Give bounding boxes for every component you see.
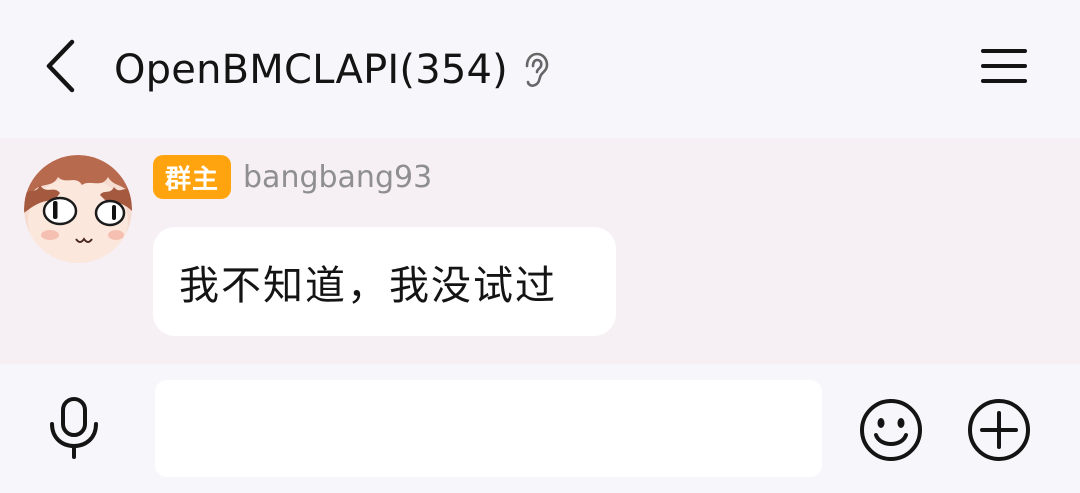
group-name: OpenBMCLAPI(354) <box>114 47 508 93</box>
chevron-left-icon <box>44 38 76 98</box>
top-bar: OpenBMCLAPI(354) <box>0 0 1080 138</box>
chat-title[interactable]: OpenBMCLAPI(354) <box>114 42 552 98</box>
smiley-icon <box>858 397 924 467</box>
menu-button[interactable] <box>972 40 1036 96</box>
message-bubble[interactable]: 我不知道，我没试过 <box>153 227 616 336</box>
microphone-icon <box>46 396 102 464</box>
owner-badge: 群主 <box>153 155 232 199</box>
sender-name[interactable]: bangbang93 <box>243 160 432 195</box>
back-button[interactable] <box>30 36 90 100</box>
more-button[interactable] <box>964 397 1034 467</box>
sender-avatar[interactable] <box>24 155 132 263</box>
sender-info: 群主 bangbang93 <box>153 155 432 199</box>
plus-circle-icon <box>966 397 1032 467</box>
anime-avatar <box>24 155 132 263</box>
ear-icon <box>522 51 552 89</box>
message-text: 我不知道，我没试过 <box>179 262 557 309</box>
voice-button[interactable] <box>42 394 106 466</box>
message-list[interactable]: 群主 bangbang93 我不知道，我没试过 <box>0 138 1080 364</box>
input-bar <box>0 364 1080 493</box>
chat-screen: OpenBMCLAPI(354) 群主 bangbang93 我不知道，我没试过 <box>0 0 1080 493</box>
emoji-button[interactable] <box>856 397 926 467</box>
hamburger-menu-icon <box>981 47 1027 89</box>
message-input[interactable] <box>155 380 822 477</box>
